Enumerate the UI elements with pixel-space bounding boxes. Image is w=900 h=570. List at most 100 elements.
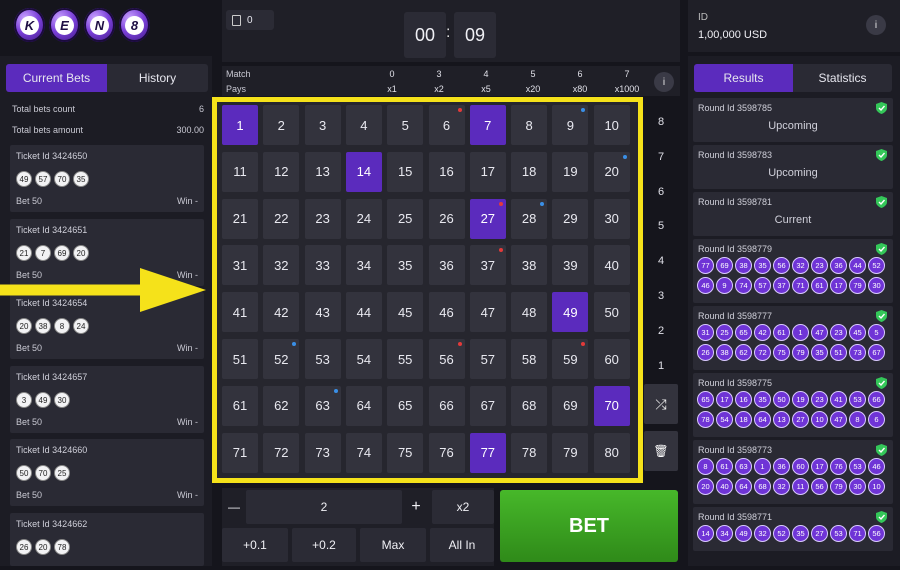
number-cell[interactable]: 33 [304, 245, 341, 286]
random-pick-button[interactable]: ⤮ [644, 384, 678, 424]
number-cell[interactable]: 45 [387, 292, 424, 333]
number-cell[interactable]: 74 [345, 432, 382, 473]
number-cell[interactable]: 78 [511, 432, 548, 473]
tab-history[interactable]: History [107, 64, 208, 92]
number-cell[interactable]: 19 [552, 151, 589, 192]
number-cell[interactable]: 11 [222, 151, 258, 192]
number-cell[interactable]: 24 [345, 198, 382, 239]
tab-statistics[interactable]: Statistics [793, 64, 892, 92]
all-in-button[interactable]: All In [430, 528, 494, 562]
number-cell[interactable]: 51 [222, 339, 258, 379]
number-cell[interactable]: 36 [428, 245, 465, 286]
number-cell[interactable]: 4 [345, 105, 382, 145]
number-cell[interactable]: 41 [222, 292, 258, 333]
number-cell[interactable]: 32 [263, 245, 300, 286]
number-cell[interactable]: 21 [222, 198, 258, 239]
number-cell[interactable]: 68 [511, 385, 548, 426]
number-cell[interactable]: 22 [263, 198, 300, 239]
number-cell[interactable]: 73 [304, 432, 341, 473]
tab-current-bets[interactable]: Current Bets [6, 64, 107, 92]
number-cell[interactable]: 63 [304, 385, 341, 426]
decrease-stake-button[interactable]: — [222, 490, 246, 524]
number-cell[interactable]: 25 [387, 198, 424, 239]
number-cell[interactable]: 34 [345, 245, 382, 286]
number-cell[interactable]: 40 [593, 245, 630, 286]
number-cell[interactable]: 49 [552, 292, 589, 333]
number-cell[interactable]: 66 [428, 385, 465, 426]
number-cell[interactable]: 16 [428, 151, 465, 192]
number-cell[interactable]: 42 [263, 292, 300, 333]
number-cell[interactable]: 75 [387, 432, 424, 473]
number-cell[interactable]: 72 [263, 432, 300, 473]
number-cell[interactable]: 71 [222, 432, 258, 473]
double-stake-button[interactable]: x2 [432, 490, 494, 524]
round-card[interactable]: Round Id 3598785 Upcoming [693, 98, 893, 142]
number-cell[interactable]: 79 [552, 432, 589, 473]
number-cell[interactable]: 12 [263, 151, 300, 192]
number-cell[interactable]: 23 [304, 198, 341, 239]
number-cell[interactable]: 14 [345, 151, 382, 192]
number-cell[interactable]: 77 [469, 432, 506, 473]
number-cell[interactable]: 58 [511, 339, 548, 379]
number-cell[interactable]: 3 [304, 105, 341, 145]
round-card[interactable]: Round Id 3598779 77 69 38 35 56 32 23 36 44 52 46 9 7… [693, 239, 893, 303]
number-cell[interactable]: 50 [593, 292, 630, 333]
number-cell[interactable]: 18 [511, 151, 548, 192]
number-cell[interactable]: 64 [345, 385, 382, 426]
add-0-1-button[interactable]: +0.1 [222, 528, 288, 562]
number-cell[interactable]: 1 [222, 105, 258, 145]
round-card[interactable]: Round Id 3598771 14 34 49 32 52 35 27 53 71 56 [693, 507, 893, 551]
round-card[interactable]: Round Id 3598783 Upcoming [693, 145, 893, 189]
clear-button[interactable]: 🗑 [644, 431, 678, 471]
number-cell[interactable]: 35 [387, 245, 424, 286]
bet-button[interactable]: BET [500, 490, 678, 562]
number-cell[interactable]: 44 [345, 292, 382, 333]
number-cell[interactable]: 2 [263, 105, 300, 145]
number-cell[interactable]: 38 [511, 245, 548, 286]
number-cell[interactable]: 6 [428, 105, 465, 145]
number-cell[interactable]: 10 [593, 105, 630, 145]
round-card[interactable]: Round Id 3598773 8 61 63 1 36 60 17 76 53 46 20 40 64… [693, 440, 893, 504]
number-cell[interactable]: 37 [469, 245, 506, 286]
number-cell[interactable]: 67 [469, 385, 506, 426]
number-cell[interactable]: 13 [304, 151, 341, 192]
number-cell[interactable]: 80 [593, 432, 630, 473]
number-cell[interactable]: 7 [469, 105, 506, 145]
increase-stake-button[interactable]: + [404, 490, 428, 524]
number-cell[interactable]: 57 [469, 339, 506, 379]
number-cell[interactable]: 28 [511, 198, 548, 239]
number-cell[interactable]: 39 [552, 245, 589, 286]
number-cell[interactable]: 59 [552, 339, 589, 379]
number-cell[interactable]: 29 [552, 198, 589, 239]
number-cell[interactable]: 70 [593, 385, 630, 426]
number-cell[interactable]: 46 [428, 292, 465, 333]
number-cell[interactable]: 43 [304, 292, 341, 333]
round-card[interactable]: Round Id 3598781 Current [693, 192, 893, 236]
number-cell[interactable]: 31 [222, 245, 258, 286]
number-cell[interactable]: 48 [511, 292, 548, 333]
number-cell[interactable]: 9 [552, 105, 589, 145]
number-cell[interactable]: 55 [387, 339, 424, 379]
number-cell[interactable]: 27 [469, 198, 506, 239]
number-cell[interactable]: 53 [304, 339, 341, 379]
number-cell[interactable]: 5 [387, 105, 424, 145]
add-0-2-button[interactable]: +0.2 [292, 528, 356, 562]
number-cell[interactable]: 62 [263, 385, 300, 426]
number-cell[interactable]: 65 [387, 385, 424, 426]
number-cell[interactable]: 20 [593, 151, 630, 192]
number-cell[interactable]: 52 [263, 339, 300, 379]
number-cell[interactable]: 17 [469, 151, 506, 192]
number-cell[interactable]: 47 [469, 292, 506, 333]
number-cell[interactable]: 26 [428, 198, 465, 239]
number-cell[interactable]: 30 [593, 198, 630, 239]
number-cell[interactable]: 69 [552, 385, 589, 426]
max-stake-button[interactable]: Max [360, 528, 426, 562]
number-cell[interactable]: 61 [222, 385, 258, 426]
number-cell[interactable]: 60 [593, 339, 630, 379]
number-cell[interactable]: 76 [428, 432, 465, 473]
tab-results[interactable]: Results [694, 64, 793, 92]
round-card[interactable]: Round Id 3598775 65 17 16 35 50 19 23 41 53 66 78 54… [693, 373, 893, 437]
paytable-info-button[interactable]: i [654, 72, 674, 92]
number-cell[interactable]: 8 [511, 105, 548, 145]
account-info-button[interactable]: i [866, 15, 886, 35]
